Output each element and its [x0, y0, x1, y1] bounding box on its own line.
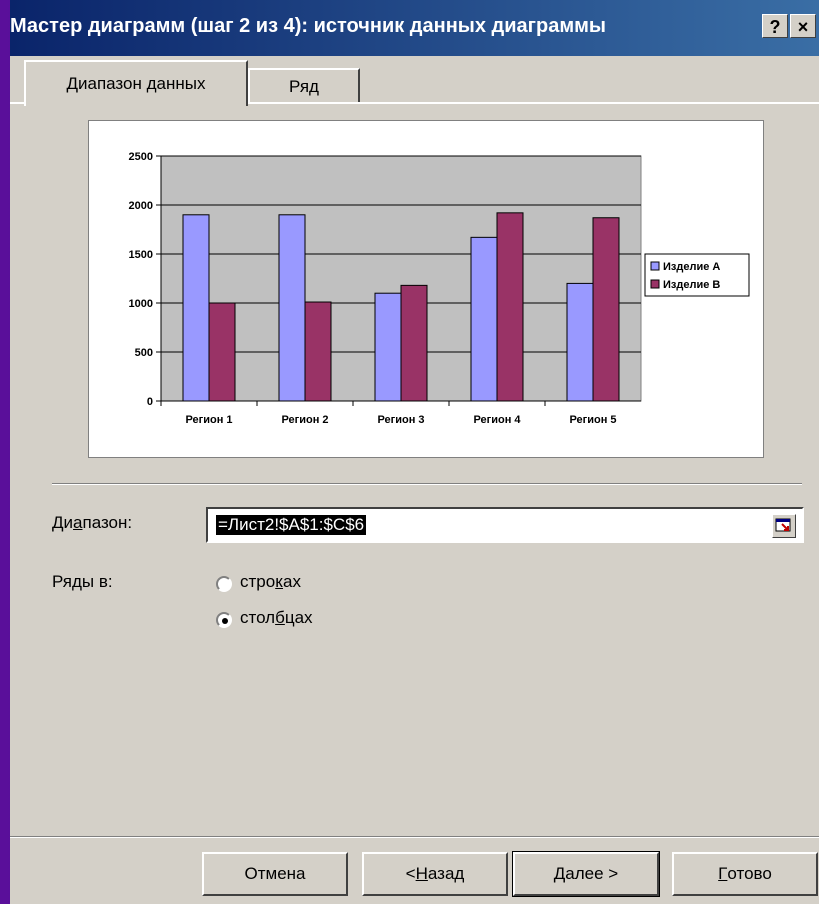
collapse-dialog-button[interactable] [772, 514, 796, 538]
bar [278, 214, 306, 402]
bar [208, 302, 236, 402]
series-in-label: Ряды в: [52, 572, 113, 591]
x-tick-label: Регион 3 [377, 414, 424, 426]
bar [566, 282, 594, 402]
radio-rows-label[interactable]: строках [240, 572, 301, 592]
chart-wizard-dialog: Мастер диаграмм (шаг 2 из 4): источник д… [10, 0, 819, 904]
x-tick-label: Регион 1 [185, 414, 232, 426]
tab-strip: Диапазон данных Ряд [10, 60, 819, 106]
x-tick-label: Регион 2 [281, 414, 328, 426]
cancel-button[interactable]: Отмена [202, 852, 348, 896]
x-tick-label: Регион 5 [569, 414, 616, 426]
window-title: Мастер диаграмм (шаг 2 из 4): источник д… [10, 15, 606, 37]
radio-columns[interactable] [216, 612, 232, 628]
x-tick-label: Регион 4 [473, 414, 521, 426]
bar [304, 301, 332, 402]
range-label: Диапазон: [52, 513, 133, 532]
radio-columns-label[interactable]: столбцах [240, 608, 313, 628]
collapse-dialog-icon [775, 518, 791, 532]
legend-label: Изделие В [663, 279, 720, 291]
bar [496, 212, 524, 402]
title-bar[interactable]: Мастер диаграмм (шаг 2 из 4): источник д… [10, 0, 819, 56]
radio-selected-dot [222, 618, 228, 624]
range-input[interactable]: =Лист2!$A$1:$C$6 [206, 507, 804, 543]
y-tick-label: 500 [135, 347, 153, 359]
radio-rows[interactable] [216, 576, 232, 592]
range-value: =Лист2!$A$1:$C$6 [216, 515, 367, 535]
bar [400, 284, 428, 402]
y-tick-label: 1500 [129, 249, 153, 261]
y-tick-label: 0 [147, 396, 153, 408]
y-tick-label: 1000 [129, 298, 153, 310]
close-button[interactable]: × [790, 14, 816, 38]
bar [182, 214, 210, 402]
legend-swatch [650, 261, 660, 271]
next-button[interactable]: Далее > [512, 851, 660, 897]
back-button[interactable]: < Назад [362, 852, 508, 896]
bar [374, 292, 402, 402]
bar [592, 217, 620, 402]
legend-swatch [650, 279, 660, 289]
chart-svg: 0 500 1000 1500 2000 2500 Регион 1 Регион 2 Реги… [129, 151, 750, 426]
tab-series[interactable]: Ряд [248, 68, 360, 104]
legend-label: Изделие А [663, 261, 720, 273]
y-tick-label: 2000 [129, 200, 153, 212]
tab-data-range[interactable]: Диапазон данных [24, 60, 248, 106]
help-button[interactable]: ? [762, 14, 788, 38]
bar [470, 236, 498, 402]
separator [52, 483, 802, 485]
y-tick-label: 2500 [129, 151, 153, 163]
finish-button[interactable]: Готово [672, 852, 818, 896]
panel-bottom-edge [10, 836, 819, 838]
chart-preview: 0 500 1000 1500 2000 2500 Регион 1 Регион 2 Реги… [88, 120, 764, 458]
